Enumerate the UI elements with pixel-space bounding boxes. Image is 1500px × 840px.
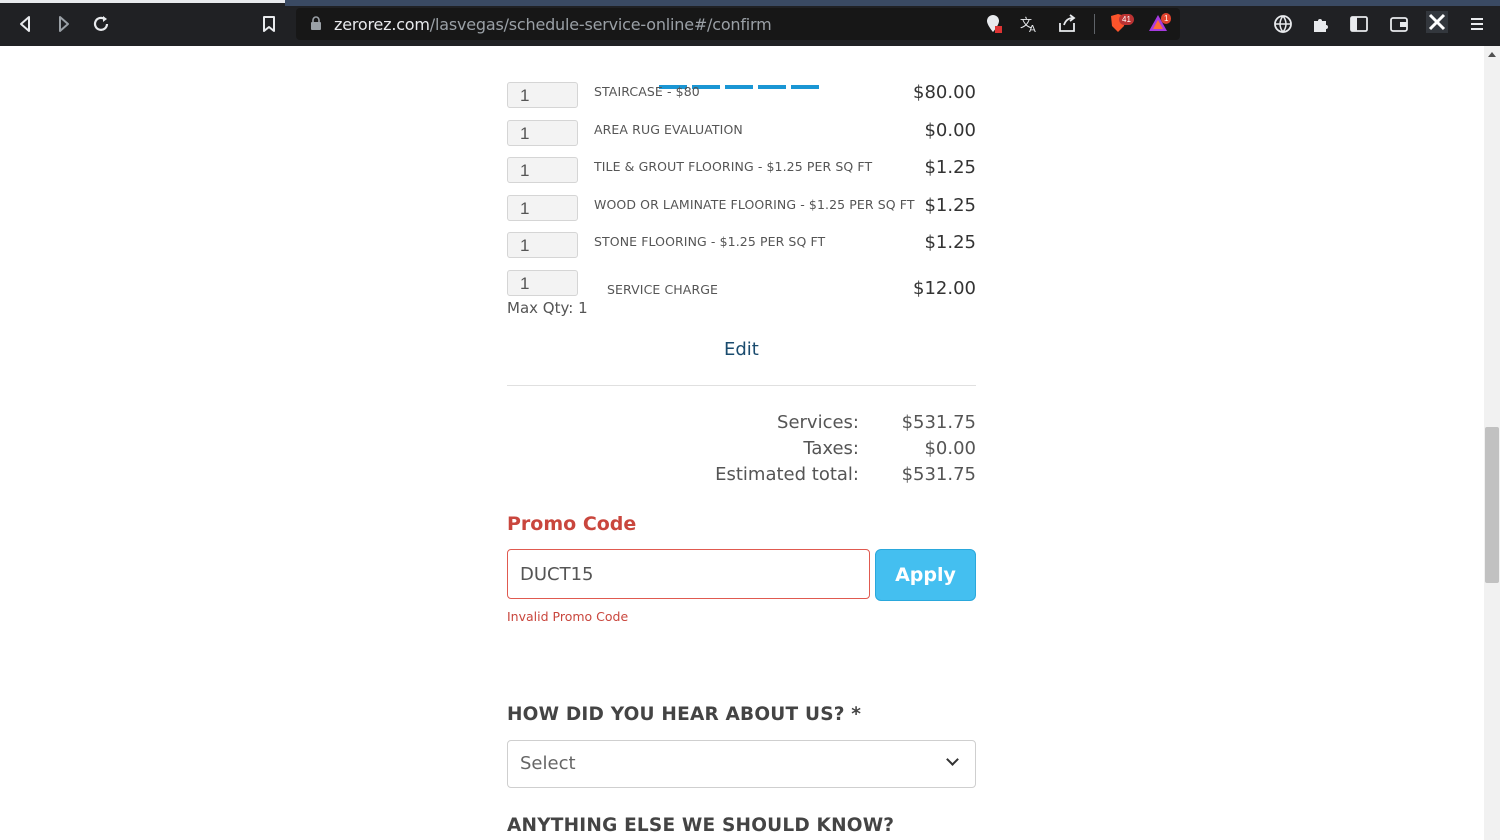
brave-shields-count: 41 [1119, 14, 1134, 25]
item-label: STONE FLOORING - $1.25 PER SQ FT [594, 234, 826, 249]
page-load-indicator [0, 0, 285, 3]
line-item-row: 1 WOOD OR LAMINATE FLOORING - $1.25 PER … [507, 195, 976, 225]
hear-about-us-select[interactable]: Select [507, 740, 976, 788]
extensions-icon[interactable] [1310, 13, 1332, 35]
services-total-row: Services: $531.75 [507, 412, 976, 436]
section-divider [507, 385, 976, 386]
url-text: zerorez.com/lasvegas/schedule-service-on… [334, 15, 772, 34]
back-icon[interactable] [14, 12, 38, 36]
line-item-row: 1 STAIRCASE - $80 $80.00 [507, 82, 976, 112]
item-label: STAIRCASE - $80 [594, 84, 700, 99]
item-label: WOOD OR LAMINATE FLOORING - $1.25 PER SQ… [594, 197, 915, 212]
chevron-down-icon [946, 753, 959, 766]
quantity-field[interactable]: 1 [507, 232, 578, 258]
scroll-up-icon[interactable] [1488, 52, 1496, 57]
vpn-globe-icon[interactable] [1272, 13, 1294, 35]
line-item-row: 1 STONE FLOORING - $1.25 PER SQ FT $1.25 [507, 232, 976, 262]
taxes-label: Taxes: [803, 438, 859, 459]
translate-icon[interactable]: 文A [1018, 13, 1040, 35]
anything-else-label: ANYTHING ELSE WE SHOULD KNOW? [507, 815, 895, 836]
reload-icon[interactable] [89, 12, 113, 36]
sidebar-icon[interactable] [1348, 13, 1370, 35]
browser-toolbar: zerorez.com/lasvegas/schedule-service-on… [0, 0, 1500, 46]
quantity-field[interactable]: 1 [507, 195, 578, 221]
estimated-total-label: Estimated total: [715, 464, 859, 485]
taxes-value: $0.00 [924, 438, 976, 459]
quantity-field[interactable]: 1 [507, 157, 578, 183]
address-bar[interactable]: zerorez.com/lasvegas/schedule-service-on… [296, 8, 1180, 40]
page-content: 1 STAIRCASE - $80 $80.00 1 AREA RUG EVAL… [0, 46, 1484, 840]
line-item-row: 1 AREA RUG EVALUATION $0.00 [507, 120, 976, 150]
window-titlebar-strip [285, 0, 1500, 6]
estimated-total-row: Estimated total: $531.75 [507, 464, 976, 488]
url-host: zerorez.com [334, 15, 430, 34]
forward-icon[interactable] [51, 12, 75, 36]
item-label: SERVICE CHARGE [607, 282, 719, 297]
toolbar-divider [1094, 14, 1095, 34]
scrollbar-thumb[interactable] [1485, 427, 1499, 583]
extension-x-icon[interactable] [1426, 11, 1448, 33]
edit-link[interactable]: Edit [724, 339, 759, 360]
promo-error-message: Invalid Promo Code [507, 609, 629, 624]
quantity-field[interactable]: 1 [507, 82, 578, 108]
share-icon[interactable] [1056, 13, 1078, 35]
page-scrollbar[interactable] [1484, 46, 1500, 840]
item-price: $1.25 [924, 195, 976, 216]
quantity-field[interactable]: 1 [507, 120, 578, 146]
wallet-icon[interactable] [1388, 13, 1410, 35]
select-value: Select [520, 753, 576, 774]
location-blocked-icon[interactable] [982, 13, 1004, 35]
services-value: $531.75 [901, 412, 976, 433]
services-label: Services: [777, 412, 859, 433]
svg-text:A: A [1029, 24, 1036, 35]
max-qty-note: Max Qty: 1 [507, 299, 588, 317]
hear-about-us-label: HOW DID YOU HEAR ABOUT US? * [507, 704, 862, 725]
promo-code-title: Promo Code [507, 513, 637, 535]
url-path: /lasvegas/schedule-service-online#/confi… [429, 15, 772, 34]
lock-icon [311, 16, 321, 30]
item-label: TILE & GROUT FLOORING - $1.25 PER SQ FT [594, 159, 873, 174]
quantity-field[interactable]: 1 [507, 270, 578, 296]
item-label: AREA RUG EVALUATION [594, 122, 743, 137]
apply-button[interactable]: Apply [875, 549, 976, 601]
taxes-row: Taxes: $0.00 [507, 438, 976, 462]
item-price: $1.25 [924, 232, 976, 253]
bookmark-icon[interactable] [257, 12, 281, 36]
item-price: $80.00 [913, 82, 976, 103]
promo-code-input[interactable] [507, 549, 870, 599]
item-price: $1.25 [924, 157, 976, 178]
estimated-total-value: $531.75 [901, 464, 976, 485]
line-item-row: 1 TILE & GROUT FLOORING - $1.25 PER SQ F… [507, 157, 976, 187]
menu-icon[interactable] [1466, 13, 1488, 35]
item-price: $0.00 [924, 120, 976, 141]
item-price: $12.00 [913, 278, 976, 299]
